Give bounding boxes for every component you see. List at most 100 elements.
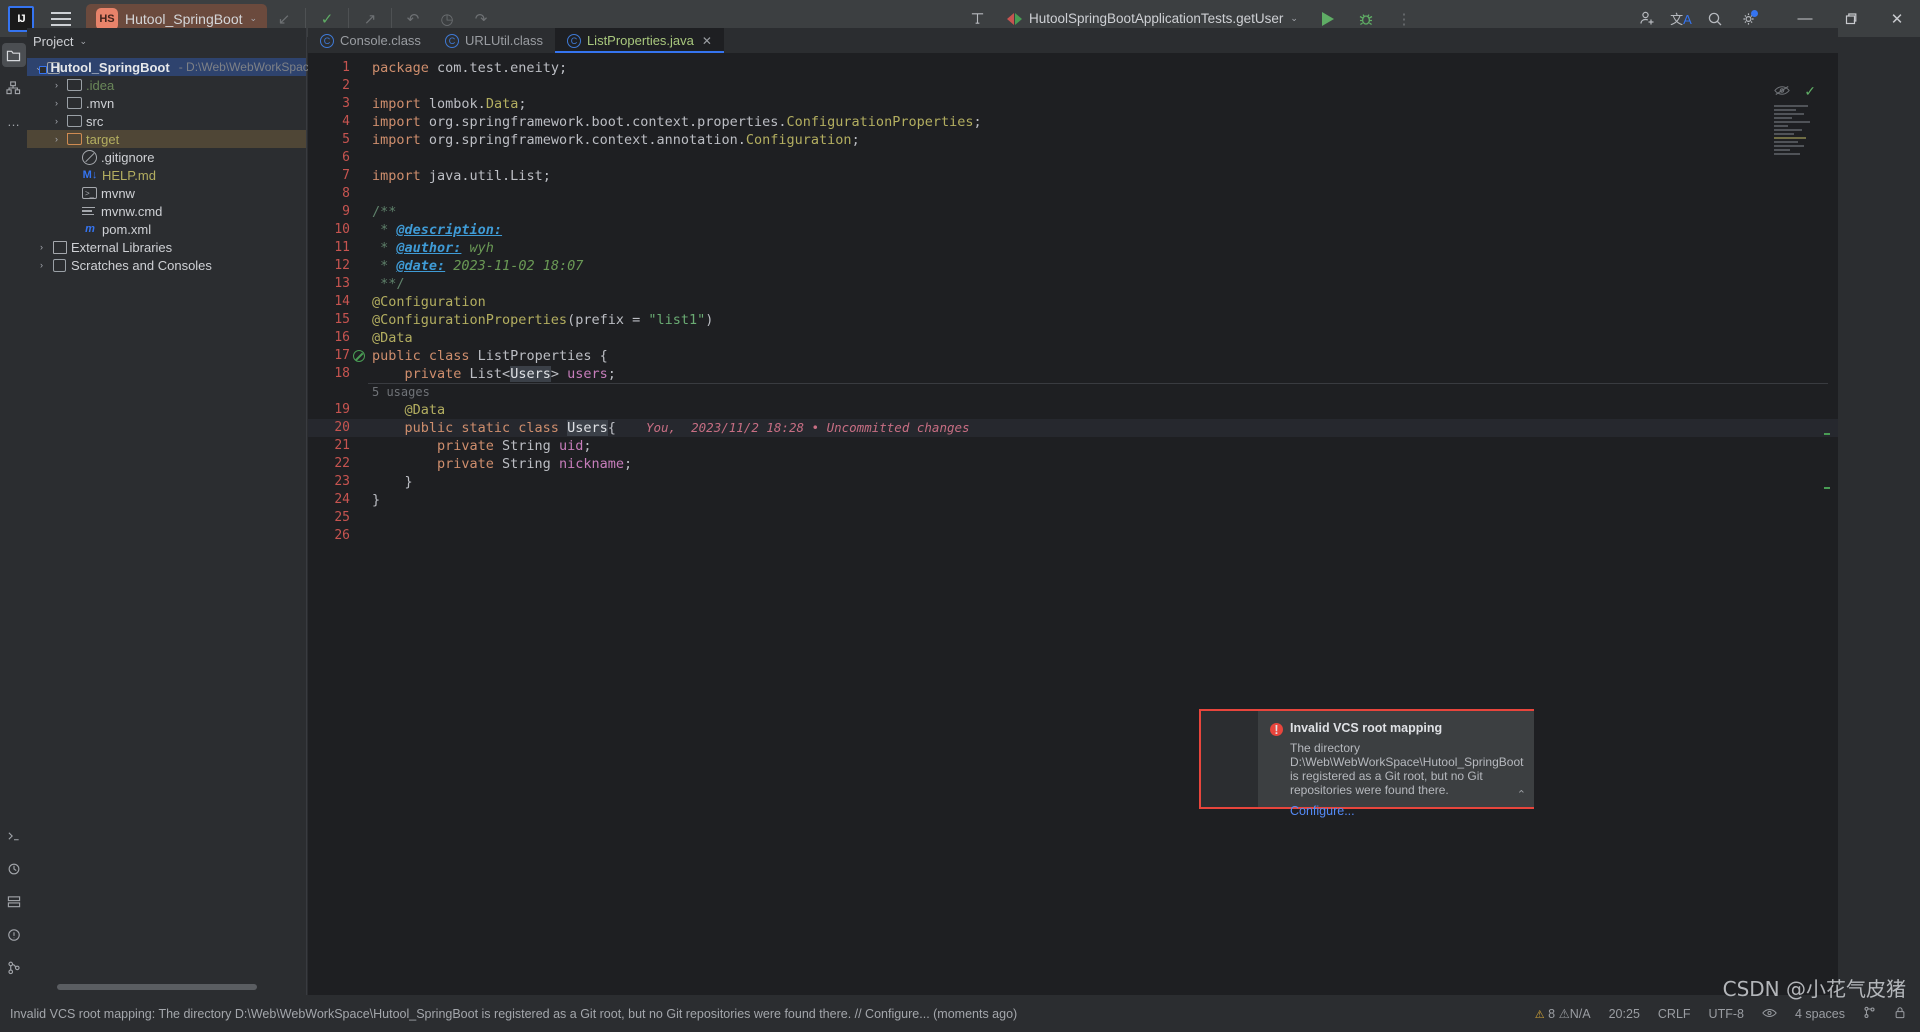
file-encoding[interactable]: UTF-8 bbox=[1709, 1007, 1744, 1021]
code-line[interactable]: 19 @Data bbox=[308, 401, 1838, 419]
code-text: private List<Users> users; bbox=[368, 365, 616, 383]
usages-inlay-hint[interactable]: 5 usages bbox=[368, 383, 430, 401]
code-line[interactable]: 1 package com.test.eneity; bbox=[308, 59, 1838, 77]
code-token: /** bbox=[372, 204, 397, 220]
tree-node-external-libraries[interactable]: › External Libraries bbox=[27, 238, 306, 256]
line-number: 13 bbox=[334, 276, 350, 291]
code-line[interactable]: 5 import org.springframework.context.anno… bbox=[308, 131, 1838, 149]
code-line[interactable]: 9 /** bbox=[308, 203, 1838, 221]
code-inlay-hint-row[interactable]: 5 usages bbox=[308, 383, 1838, 401]
cmd-file-icon bbox=[82, 205, 97, 217]
code-line[interactable]: 24} bbox=[308, 491, 1838, 509]
more-tool-icon[interactable]: … bbox=[2, 109, 26, 133]
tree-node-help-md[interactable]: M↓ HELP.md bbox=[27, 166, 306, 184]
expand-arrow-icon[interactable]: › bbox=[50, 116, 63, 126]
line-number: 4 bbox=[342, 114, 350, 129]
code-line[interactable]: 17 public class ListProperties { bbox=[308, 347, 1838, 365]
code-line[interactable]: 20 public static class Users{ You, 2023/… bbox=[308, 419, 1838, 437]
notification-configure-link[interactable]: Configure... bbox=[1290, 804, 1522, 818]
code-line[interactable]: 22 private String nickname; bbox=[308, 455, 1838, 473]
tree-node-target[interactable]: › target bbox=[27, 130, 306, 148]
build-tool-icon[interactable] bbox=[2, 857, 26, 881]
code-lines[interactable]: 1 package com.test.eneity; 2 3 import lombok… bbox=[308, 53, 1838, 995]
editor-tab-urlutil-class[interactable]: C URLUtil.class bbox=[433, 28, 555, 53]
reader-mode-icon[interactable] bbox=[1762, 1007, 1777, 1021]
code-token: public static class bbox=[372, 420, 568, 436]
project-tool-icon[interactable] bbox=[1, 43, 26, 67]
line-number: 24 bbox=[334, 492, 350, 507]
tree-node-mvnw[interactable]: >_ mvnw bbox=[27, 184, 306, 202]
branch-icon[interactable] bbox=[1863, 1006, 1876, 1022]
tree-node-pom-xml[interactable]: m pom.xml bbox=[27, 220, 306, 238]
tree-node-mvnw-cmd[interactable]: mvnw.cmd bbox=[27, 202, 306, 220]
code-line[interactable]: 21 private String uid; bbox=[308, 437, 1838, 455]
lock-icon[interactable] bbox=[1894, 1006, 1906, 1022]
line-separator[interactable]: CRLF bbox=[1658, 1007, 1691, 1021]
editor-tab-listproperties-java[interactable]: C ListProperties.java ✕ bbox=[554, 28, 724, 53]
tree-node-src[interactable]: › src bbox=[27, 112, 306, 130]
caret-position[interactable]: 20:25 bbox=[1609, 1007, 1640, 1021]
code-line[interactable]: 16 @Data bbox=[308, 329, 1838, 347]
chevron-down-icon: ⌄ bbox=[1290, 13, 1298, 23]
code-text: } bbox=[368, 491, 380, 509]
code-line[interactable]: 7 import java.util.List; bbox=[308, 167, 1838, 185]
editor-tab-console-class[interactable]: C Console.class bbox=[308, 28, 433, 53]
code-line[interactable]: 8 bbox=[308, 185, 1838, 203]
indent-setting[interactable]: 4 spaces bbox=[1795, 1007, 1845, 1021]
expand-arrow-icon[interactable]: › bbox=[35, 242, 48, 252]
tree-node-scratches-and-consoles[interactable]: › Scratches and Consoles bbox=[27, 256, 306, 274]
code-line[interactable]: 4 import org.springframework.boot.context… bbox=[308, 113, 1838, 131]
close-tab-icon[interactable]: ✕ bbox=[702, 34, 712, 48]
project-horizontal-scrollbar[interactable] bbox=[57, 984, 257, 990]
services-tool-icon[interactable] bbox=[2, 890, 26, 914]
code-line[interactable]: 6 bbox=[308, 149, 1838, 167]
code-line[interactable]: 3 import lombok.Data; bbox=[308, 95, 1838, 113]
maven-pom-icon: m bbox=[85, 223, 95, 235]
status-message[interactable]: Invalid VCS root mapping: The directory … bbox=[10, 1007, 1017, 1021]
code-text: private String uid; bbox=[368, 437, 591, 455]
structure-tool-icon[interactable] bbox=[2, 76, 26, 100]
code-line[interactable]: 25 bbox=[308, 509, 1838, 527]
code-editor[interactable]: 1 package com.test.eneity; 2 3 import lombok… bbox=[308, 53, 1838, 995]
code-line[interactable]: 12 * @date: 2023-11-02 18:07 bbox=[308, 257, 1838, 275]
code-text: } bbox=[368, 473, 413, 491]
code-line[interactable]: 10 * @description: bbox=[308, 221, 1838, 239]
project-tool-header[interactable]: Project ⌄ bbox=[27, 28, 306, 54]
problems-count[interactable]: ⚠ 8 ⚠N/A bbox=[1535, 1006, 1591, 1021]
code-minimap[interactable] bbox=[1774, 103, 1814, 193]
code-line[interactable]: 11 * @author: wyh bbox=[308, 239, 1838, 257]
terminal-tool-icon[interactable] bbox=[2, 824, 26, 848]
tree-node-hutool-springboot[interactable]: ⌄ Hutool_SpringBoot - D:\Web\WebWorkSpace\… bbox=[27, 58, 327, 76]
expand-arrow-icon[interactable]: › bbox=[35, 260, 48, 270]
preview-eye-icon[interactable] bbox=[1774, 83, 1790, 99]
gutter-marker[interactable] bbox=[350, 350, 368, 362]
tree-node--idea[interactable]: › .idea bbox=[27, 76, 306, 94]
code-token: String bbox=[502, 438, 559, 454]
notification-content: ! Invalid VCS root mapping The directory… bbox=[1258, 711, 1534, 818]
editor-tab-label: Console.class bbox=[340, 33, 421, 48]
code-line[interactable]: 18 private List<Users> users; bbox=[308, 365, 1838, 383]
problems-tool-icon[interactable] bbox=[2, 923, 26, 947]
tree-node--mvn[interactable]: › .mvn bbox=[27, 94, 306, 112]
csdn-watermark: CSDN @小花气皮猪 bbox=[1722, 977, 1906, 1001]
status-bar-right: ⚠ 8 ⚠N/A 20:25 CRLF UTF-8 4 spaces bbox=[1535, 1006, 1920, 1022]
project-tool-window: Project ⌄ ⌄ Hutool_SpringBoot - D:\Web\Web… bbox=[27, 28, 327, 995]
expand-arrow-icon[interactable]: › bbox=[50, 98, 63, 108]
notification-collapse-icon[interactable]: ⌃ bbox=[1517, 788, 1526, 801]
code-line[interactable]: 13 **/ bbox=[308, 275, 1838, 293]
code-token: } bbox=[372, 474, 413, 490]
close-button[interactable]: ✕ bbox=[1874, 0, 1920, 37]
code-line[interactable]: 15 @ConfigurationProperties(prefix = "lis… bbox=[308, 311, 1838, 329]
code-line[interactable]: 14 @Configuration bbox=[308, 293, 1838, 311]
code-line[interactable]: 26 bbox=[308, 527, 1838, 545]
code-line[interactable]: 23 } bbox=[308, 473, 1838, 491]
inspections-ok-icon[interactable]: ✓ bbox=[1804, 83, 1816, 100]
code-token: private bbox=[372, 438, 503, 454]
version-control-tool-icon[interactable] bbox=[2, 956, 26, 980]
notification-balloon: ! Invalid VCS root mapping The directory… bbox=[1199, 709, 1534, 818]
expand-arrow-icon[interactable]: › bbox=[50, 134, 63, 144]
code-line[interactable]: 2 bbox=[308, 77, 1838, 95]
expand-arrow-icon[interactable]: › bbox=[50, 80, 63, 90]
tree-node--gitignore[interactable]: .gitignore bbox=[27, 148, 306, 166]
suppress-inspection-icon[interactable] bbox=[353, 350, 365, 362]
